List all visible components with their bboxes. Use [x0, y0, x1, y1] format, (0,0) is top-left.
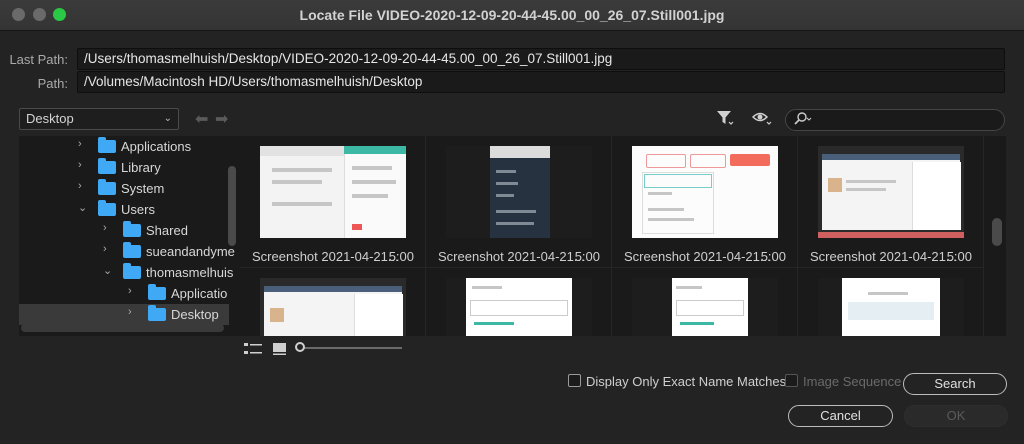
file-thumbnail	[446, 278, 592, 336]
file-thumbnail	[446, 146, 592, 238]
tree-vertical-scrollbar[interactable]	[228, 166, 236, 246]
file-item[interactable]: Screenshot 2021-04-21... 5:00	[426, 136, 612, 268]
location-dropdown[interactable]: Desktop ⌄	[19, 108, 179, 130]
folder-icon	[123, 263, 141, 279]
folder-icon	[123, 221, 141, 237]
chevron-right-icon[interactable]: ›	[78, 138, 88, 150]
file-item[interactable]	[798, 268, 984, 336]
ok-button[interactable]: OK	[904, 405, 1008, 427]
locate-file-dialog: Locate File VIDEO-2020-12-09-20-44-45.00…	[0, 0, 1024, 444]
file-name: Screenshot 2021-04-21...	[624, 249, 771, 264]
tree-horizontal-scrollbar[interactable]	[21, 324, 224, 332]
path-field[interactable]: /Volumes/Macintosh HD/Users/thomasmelhui…	[77, 71, 1005, 93]
file-duration: 5:00	[388, 249, 414, 264]
grid-vertical-scrollbar[interactable]	[992, 218, 1002, 246]
file-thumbnail	[260, 278, 406, 336]
chevron-right-icon[interactable]: ›	[128, 306, 138, 318]
file-name: Screenshot 2021-04-21...	[438, 249, 585, 264]
thumbnail-size-slider[interactable]	[302, 347, 402, 349]
tree-item-system[interactable]: › System	[19, 178, 229, 199]
file-thumbnail	[632, 278, 778, 336]
title-bar: Locate File VIDEO-2020-12-09-20-44-45.00…	[0, 0, 1024, 31]
file-duration: 5:00	[946, 249, 972, 264]
folder-icon	[148, 305, 166, 321]
filter-icon[interactable]	[716, 110, 734, 131]
tree-item-sueandandyme[interactable]: › sueandandyme	[19, 241, 235, 262]
icon-view-icon[interactable]	[273, 342, 287, 359]
search-input[interactable]	[785, 109, 1005, 131]
file-thumbnail	[818, 146, 964, 238]
file-item[interactable]: Screenshot 2021-04-21... 5:00	[612, 136, 798, 268]
folder-icon	[98, 137, 116, 153]
arrow-left-icon[interactable]: ⬅	[195, 109, 208, 129]
file-item[interactable]	[426, 268, 612, 336]
tree-item-users[interactable]: ⌄ Users	[19, 199, 229, 220]
folder-icon	[123, 242, 141, 258]
chevron-down-icon[interactable]: ⌄	[103, 264, 113, 277]
file-name: Screenshot 2021-04-21...	[252, 249, 399, 264]
image-sequence-label: Image Sequence	[803, 374, 902, 389]
search-button[interactable]: Search	[903, 373, 1007, 395]
cancel-button[interactable]: Cancel	[788, 405, 893, 427]
file-duration: 5:00	[574, 249, 600, 264]
thumbnail-size-slider-knob[interactable]	[295, 342, 305, 352]
chevron-right-icon[interactable]: ›	[103, 222, 113, 234]
folder-icon	[98, 179, 116, 195]
file-name: Screenshot 2021-04-21...	[810, 249, 957, 264]
last-path-label: Last Path:	[9, 52, 68, 67]
chevron-right-icon[interactable]: ›	[128, 285, 138, 297]
file-item[interactable]	[240, 268, 426, 336]
arrow-right-icon[interactable]: ➡	[215, 109, 228, 129]
chevron-down-icon[interactable]: ⌄	[78, 201, 88, 214]
chevron-right-icon[interactable]: ›	[103, 243, 113, 255]
search-icon	[794, 112, 812, 129]
folder-icon	[98, 158, 116, 174]
chevron-right-icon[interactable]: ›	[78, 180, 88, 192]
image-sequence-checkbox[interactable]	[785, 374, 798, 387]
chevron-right-icon[interactable]: ›	[78, 159, 88, 171]
path-label: Path:	[37, 76, 68, 91]
file-item[interactable]: Screenshot 2021-04-21... 5:00	[240, 136, 426, 268]
chevron-down-icon: ⌄	[163, 113, 172, 124]
window-title: Locate File VIDEO-2020-12-09-20-44-45.00…	[299, 7, 725, 23]
file-thumbnail	[260, 146, 406, 238]
tree-item-applications-user[interactable]: › Applicatio	[19, 283, 229, 304]
file-duration: 5:00	[760, 249, 786, 264]
file-item[interactable]	[612, 268, 798, 336]
file-grid: Screenshot 2021-04-21... 5:00 Screenshot …	[240, 136, 1006, 336]
last-path-field[interactable]: /Users/thomasmelhuish/Desktop/VIDEO-2020…	[77, 48, 1005, 70]
file-item[interactable]: Screenshot 2021-04-21... 5:00	[798, 136, 984, 268]
file-thumbnail	[818, 278, 964, 336]
folder-icon	[98, 200, 116, 216]
list-view-icon[interactable]	[244, 342, 262, 359]
tree-item-library[interactable]: › Library	[19, 157, 229, 178]
tree-item-thomasmelhuish[interactable]: ⌄ thomasmelhuis	[19, 262, 233, 283]
file-thumbnail	[632, 146, 778, 238]
folder-icon	[148, 284, 166, 300]
eye-icon[interactable]	[751, 110, 772, 131]
tree-item-desktop[interactable]: › Desktop	[19, 304, 229, 325]
folder-tree: › Applications › Library › System ⌄ User…	[19, 136, 240, 336]
exact-name-match-checkbox[interactable]	[568, 374, 581, 387]
tree-item-shared[interactable]: › Shared	[19, 220, 229, 241]
location-dropdown-value: Desktop	[26, 111, 74, 126]
exact-name-match-label: Display Only Exact Name Matches	[586, 374, 787, 389]
tree-item-applications[interactable]: › Applications	[19, 136, 229, 157]
